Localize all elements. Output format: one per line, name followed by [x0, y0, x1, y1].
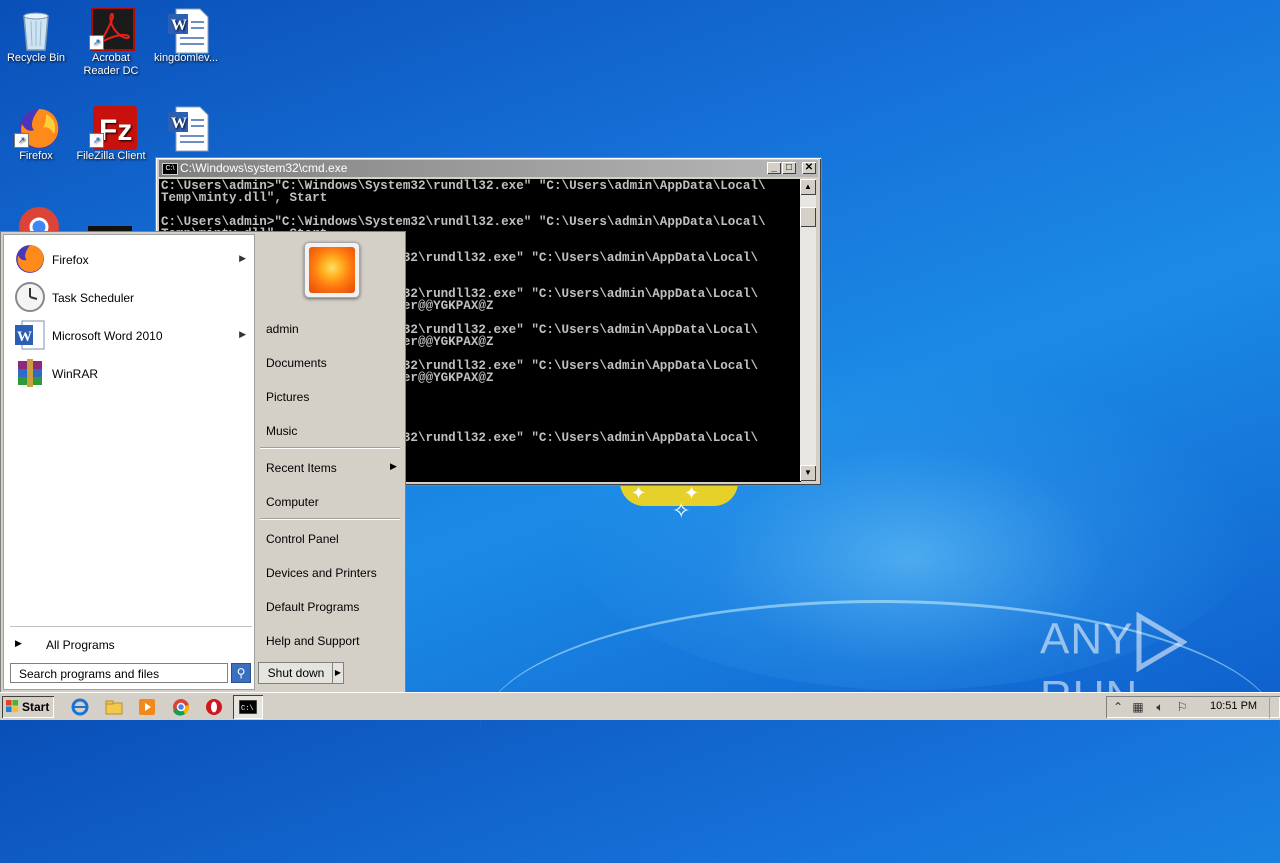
- separator: [260, 447, 400, 448]
- shortcut-arrow-icon: ↗: [14, 133, 29, 148]
- show-desktop-button[interactable]: [1269, 696, 1280, 718]
- scroll-thumb[interactable]: [800, 207, 816, 227]
- desktop-icon-firefox[interactable]: ↗ Firefox: [0, 106, 74, 163]
- shutdown-options-button[interactable]: ▶: [332, 662, 344, 684]
- windows-logo-icon: [6, 700, 19, 713]
- search-icon[interactable]: ⚲: [231, 663, 251, 683]
- system-tray: ⌃ ▦ 🔈︎ ⚐ 10:51 PM: [1106, 696, 1280, 718]
- winrar-icon: [14, 357, 46, 389]
- word-icon: W: [14, 319, 46, 351]
- scroll-up-button[interactable]: ▲: [800, 179, 816, 195]
- sparkle-icon: ✦: [631, 483, 647, 503]
- start-label: Start: [22, 700, 50, 714]
- maximize-button[interactable]: □: [782, 162, 796, 174]
- all-programs-button[interactable]: ▶ All Programs: [12, 636, 252, 654]
- separator: [10, 626, 252, 627]
- watermark-text-left: ANY: [1040, 614, 1134, 664]
- opera-icon[interactable]: [204, 697, 224, 717]
- minimize-button[interactable]: _: [767, 162, 781, 174]
- desktop-icon-acrobat[interactable]: ↗ Acrobat Reader DC: [73, 7, 149, 78]
- start-program-winrar[interactable]: WinRAR: [10, 357, 250, 389]
- separator: [260, 518, 400, 519]
- word-document-icon: W: [166, 106, 209, 152]
- search-placeholder: Search programs and files: [19, 667, 160, 681]
- play-logo-icon: [1136, 612, 1188, 672]
- svg-text:W: W: [171, 17, 187, 34]
- desktop-icon-label: Recycle Bin: [6, 52, 66, 64]
- arrow-right-icon: ▶: [15, 638, 22, 648]
- start-link-admin[interactable]: admin: [266, 322, 299, 336]
- start-program-label: Microsoft Word 2010: [52, 329, 163, 343]
- submenu-arrow-icon: ▶: [390, 461, 397, 471]
- start-link-music[interactable]: Music: [266, 424, 297, 438]
- all-programs-label: All Programs: [46, 638, 115, 652]
- taskbar: Start C:\ ⌃ ▦ 🔈︎ ⚐ 10:51 PM: [0, 692, 1280, 720]
- start-link-help-support[interactable]: Help and Support: [266, 634, 359, 648]
- start-link-default-programs[interactable]: Default Programs: [266, 600, 359, 614]
- clock[interactable]: 10:51 PM: [1210, 700, 1257, 712]
- desktop-icon-word-document[interactable]: W: [148, 106, 224, 152]
- desktop-icon-filezilla[interactable]: Fz ↗ FileZilla Client: [73, 106, 149, 163]
- start-menu: Firefox ▶ Task Scheduler W Microsoft Wor…: [0, 231, 406, 693]
- volume-icon[interactable]: 🔈︎: [1152, 699, 1168, 715]
- scroll-down-button[interactable]: ▼: [800, 465, 816, 481]
- firefox-icon: ↗: [14, 106, 59, 149]
- start-menu-programs-pane: Firefox ▶ Task Scheduler W Microsoft Wor…: [3, 234, 255, 690]
- desktop-icon-recycle-bin[interactable]: Recycle Bin: [0, 8, 74, 65]
- search-input[interactable]: Search programs and files: [10, 663, 228, 683]
- start-program-label: Task Scheduler: [52, 291, 135, 305]
- desktop-icon-kingdomlev[interactable]: W kingdomlev...: [148, 8, 224, 65]
- cmd-scrollbar[interactable]: ▲ ▼: [800, 179, 816, 481]
- sparkle-icon: ✧: [672, 498, 691, 523]
- flag-icon[interactable]: ⚐: [1174, 699, 1190, 715]
- shortcut-arrow-icon: ↗: [89, 35, 104, 50]
- media-player-icon[interactable]: [137, 697, 157, 717]
- start-program-label: WinRAR: [52, 367, 99, 381]
- show-hidden-icons-icon[interactable]: ⌃: [1110, 699, 1126, 715]
- svg-text:W: W: [171, 115, 187, 132]
- start-program-label: Firefox: [52, 253, 89, 267]
- start-menu-places-pane: admin Documents Pictures Music Recent It…: [256, 234, 402, 690]
- svg-text:W: W: [17, 329, 32, 345]
- cmd-titlebar[interactable]: C:\ C:\Windows\system32\cmd.exe _ □ ✕: [159, 160, 818, 177]
- clock-icon: [14, 281, 46, 313]
- start-link-computer[interactable]: Computer: [266, 495, 319, 509]
- submenu-arrow-icon: ▶: [239, 253, 246, 263]
- submenu-arrow-icon: ▶: [239, 329, 246, 339]
- console-line: Temp\minty.dll", Start: [161, 191, 328, 205]
- shortcut-arrow-icon: ↗: [89, 133, 104, 148]
- start-button[interactable]: Start: [2, 696, 54, 718]
- filezilla-icon: Fz ↗: [89, 106, 137, 150]
- start-program-task-scheduler[interactable]: Task Scheduler: [10, 281, 250, 313]
- word-document-icon: W: [166, 8, 209, 54]
- start-link-devices-printers[interactable]: Devices and Printers: [266, 566, 377, 580]
- chrome-icon[interactable]: [171, 697, 191, 717]
- shutdown-button[interactable]: Shut down: [258, 662, 334, 684]
- recent-items-label: Recent Items: [266, 461, 337, 475]
- start-link-pictures[interactable]: Pictures: [266, 390, 309, 404]
- recycle-bin-icon: [16, 8, 56, 51]
- svg-text:C:\: C:\: [241, 705, 254, 713]
- desktop-icon-label: Acrobat Reader DC: [83, 52, 139, 77]
- cmd-icon: C:\: [239, 700, 257, 714]
- firefox-icon: [14, 243, 46, 275]
- start-link-documents[interactable]: Documents: [266, 356, 327, 370]
- cmd-icon: C:\: [162, 162, 178, 175]
- internet-explorer-icon[interactable]: [70, 697, 90, 717]
- start-link-recent-items[interactable]: Recent Items ▶: [266, 461, 397, 475]
- user-avatar[interactable]: [304, 242, 360, 298]
- start-link-control-panel[interactable]: Control Panel: [266, 532, 339, 546]
- file-explorer-icon[interactable]: [104, 697, 124, 717]
- taskbar-cmd-button[interactable]: C:\: [233, 695, 263, 719]
- start-program-firefox[interactable]: Firefox ▶: [10, 243, 250, 275]
- start-program-word[interactable]: W Microsoft Word 2010 ▶: [10, 319, 250, 351]
- close-button[interactable]: ✕: [802, 162, 816, 174]
- acrobat-icon: ↗: [89, 7, 135, 51]
- action-center-icon[interactable]: ▦: [1130, 699, 1146, 715]
- cmd-title-text: C:\Windows\system32\cmd.exe: [180, 161, 348, 175]
